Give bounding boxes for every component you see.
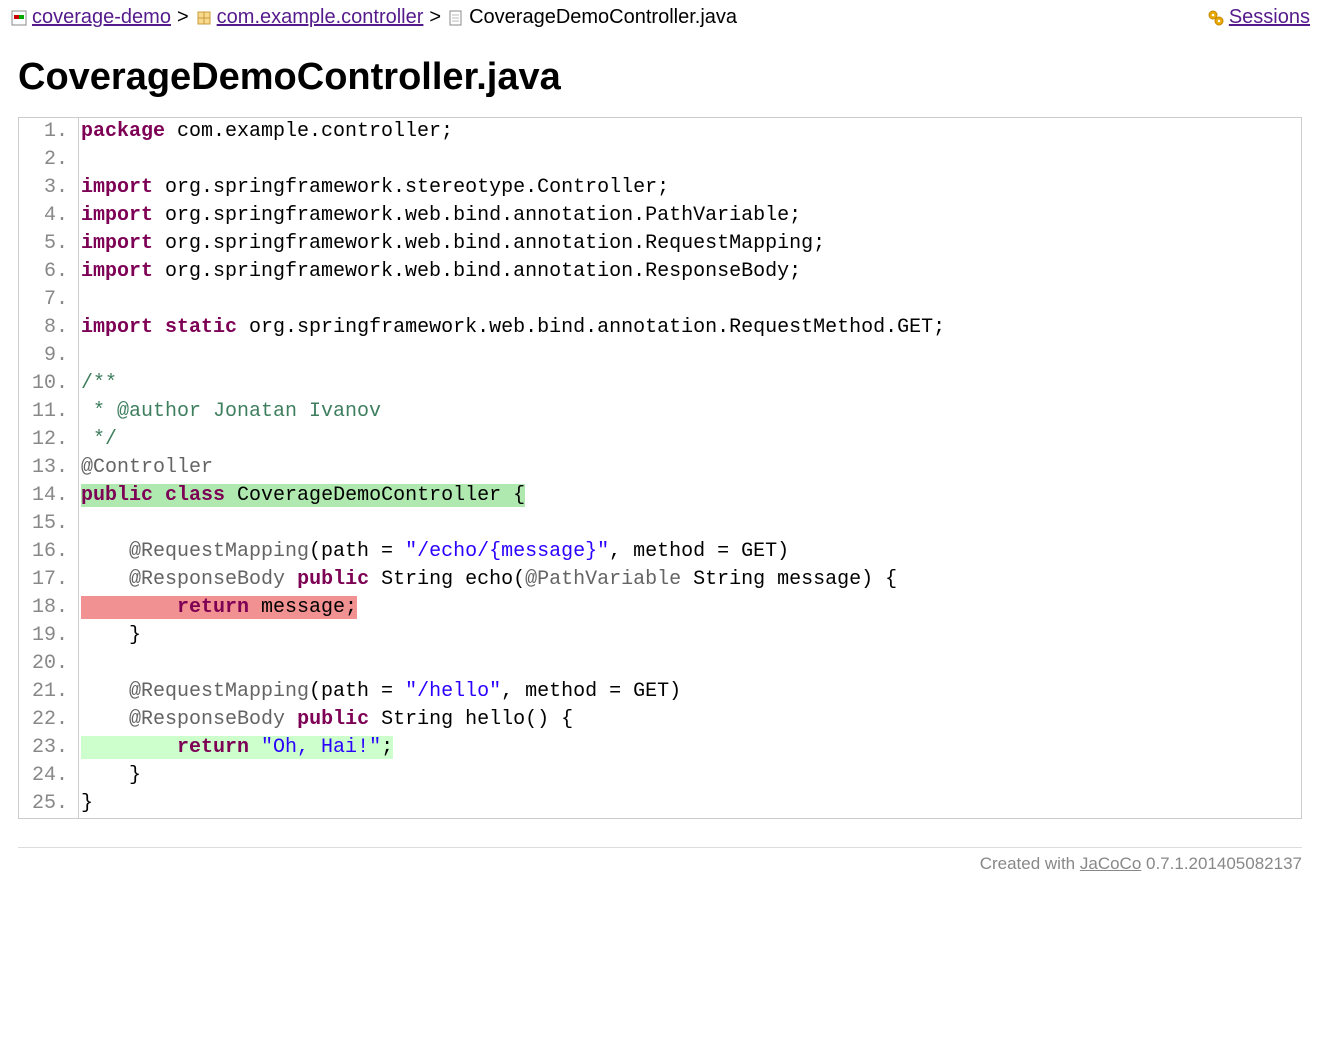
code-line: 16 @RequestMapping(path = "/echo/{messag… [19, 538, 1301, 566]
line-number: 3 [19, 174, 79, 202]
code-line: 4import org.springframework.web.bind.ann… [19, 202, 1301, 230]
code-line: 8import static org.springframework.web.b… [19, 314, 1301, 342]
line-number: 22 [19, 706, 79, 734]
footer: Created with JaCoCo 0.7.1.201405082137 [18, 847, 1302, 874]
code-content: @ResponseBody public String hello() { [79, 706, 1301, 734]
line-number: 21 [19, 678, 79, 706]
breadcrumb-separator: > [429, 6, 441, 29]
code-line: 21 @RequestMapping(path = "/hello", meth… [19, 678, 1301, 706]
code-content: @RequestMapping(path = "/echo/{message}"… [79, 538, 1301, 566]
code-line: 15 [19, 510, 1301, 538]
code-content: */ [79, 426, 1301, 454]
line-number: 6 [19, 258, 79, 286]
code-content: package com.example.controller; [79, 118, 1301, 146]
code-content [79, 146, 1301, 174]
code-line: 17 @ResponseBody public String echo(@Pat… [19, 566, 1301, 594]
code-content: /** [79, 370, 1301, 398]
code-line: 1package com.example.controller; [19, 118, 1301, 146]
code-content: @RequestMapping(path = "/hello", method … [79, 678, 1301, 706]
line-number: 14 [19, 482, 79, 510]
code-line: 9 [19, 342, 1301, 370]
report-icon [10, 9, 28, 27]
code-line: 12 */ [19, 426, 1301, 454]
code-line: 18 return message; [19, 594, 1301, 622]
code-line: 19 } [19, 622, 1301, 650]
code-line: 22 @ResponseBody public String hello() { [19, 706, 1301, 734]
code-line: 20 [19, 650, 1301, 678]
sessions-link-container: Sessions [1207, 6, 1310, 29]
jacoco-link[interactable]: JaCoCo [1080, 854, 1141, 873]
line-number: 15 [19, 510, 79, 538]
code-content: } [79, 762, 1301, 790]
line-number: 25 [19, 790, 79, 818]
breadcrumb-link-project[interactable]: coverage-demo [32, 6, 171, 29]
line-number: 12 [19, 426, 79, 454]
line-number: 11 [19, 398, 79, 426]
breadcrumb-bar: coverage-demo > com.example.controller >… [0, 0, 1320, 36]
code-line: 13@Controller [19, 454, 1301, 482]
line-number: 4 [19, 202, 79, 230]
line-number: 23 [19, 734, 79, 762]
code-content [79, 510, 1301, 538]
footer-prefix: Created with [980, 854, 1080, 873]
source-code: 1package com.example.controller;2 3impor… [18, 117, 1302, 819]
breadcrumb: coverage-demo > com.example.controller >… [10, 6, 1207, 29]
line-number: 1 [19, 118, 79, 146]
code-line: 23 return "Oh, Hai!"; [19, 734, 1301, 762]
code-line: 2 [19, 146, 1301, 174]
code-line: 14public class CoverageDemoController { [19, 482, 1301, 510]
package-icon [195, 9, 213, 27]
line-number: 9 [19, 342, 79, 370]
code-line: 5import org.springframework.web.bind.ann… [19, 230, 1301, 258]
code-content: import org.springframework.web.bind.anno… [79, 202, 1301, 230]
footer-version: 0.7.1.201405082137 [1141, 854, 1302, 873]
code-content: @Controller [79, 454, 1301, 482]
line-number: 18 [19, 594, 79, 622]
code-content: } [79, 790, 1301, 818]
code-content [79, 650, 1301, 678]
code-content [79, 342, 1301, 370]
code-line: 10/** [19, 370, 1301, 398]
code-content: import org.springframework.web.bind.anno… [79, 258, 1301, 286]
code-content: import org.springframework.stereotype.Co… [79, 174, 1301, 202]
code-line: 3import org.springframework.stereotype.C… [19, 174, 1301, 202]
line-number: 10 [19, 370, 79, 398]
code-line: 11 * @author Jonatan Ivanov [19, 398, 1301, 426]
page-title: CoverageDemoController.java [18, 56, 1302, 99]
line-number: 19 [19, 622, 79, 650]
line-number: 16 [19, 538, 79, 566]
code-line: 7 [19, 286, 1301, 314]
line-number: 7 [19, 286, 79, 314]
line-number: 13 [19, 454, 79, 482]
code-content: public class CoverageDemoController { [79, 482, 1301, 510]
code-content: return message; [79, 594, 1301, 622]
code-content: @ResponseBody public String echo(@PathVa… [79, 566, 1301, 594]
gear-icon [1207, 9, 1225, 27]
breadcrumb-link-package[interactable]: com.example.controller [217, 6, 424, 29]
code-line: 6import org.springframework.web.bind.ann… [19, 258, 1301, 286]
code-content: import static org.springframework.web.bi… [79, 314, 1301, 342]
line-number: 8 [19, 314, 79, 342]
line-number: 24 [19, 762, 79, 790]
code-content: import org.springframework.web.bind.anno… [79, 230, 1301, 258]
code-line: 25} [19, 790, 1301, 818]
breadcrumb-current: CoverageDemoController.java [469, 6, 737, 29]
code-content: return "Oh, Hai!"; [79, 734, 1301, 762]
breadcrumb-separator: > [177, 6, 189, 29]
code-content [79, 286, 1301, 314]
code-content: * @author Jonatan Ivanov [79, 398, 1301, 426]
line-number: 17 [19, 566, 79, 594]
file-icon [447, 9, 465, 27]
sessions-link[interactable]: Sessions [1229, 6, 1310, 29]
code-content: } [79, 622, 1301, 650]
line-number: 20 [19, 650, 79, 678]
line-number: 2 [19, 146, 79, 174]
code-line: 24 } [19, 762, 1301, 790]
line-number: 5 [19, 230, 79, 258]
